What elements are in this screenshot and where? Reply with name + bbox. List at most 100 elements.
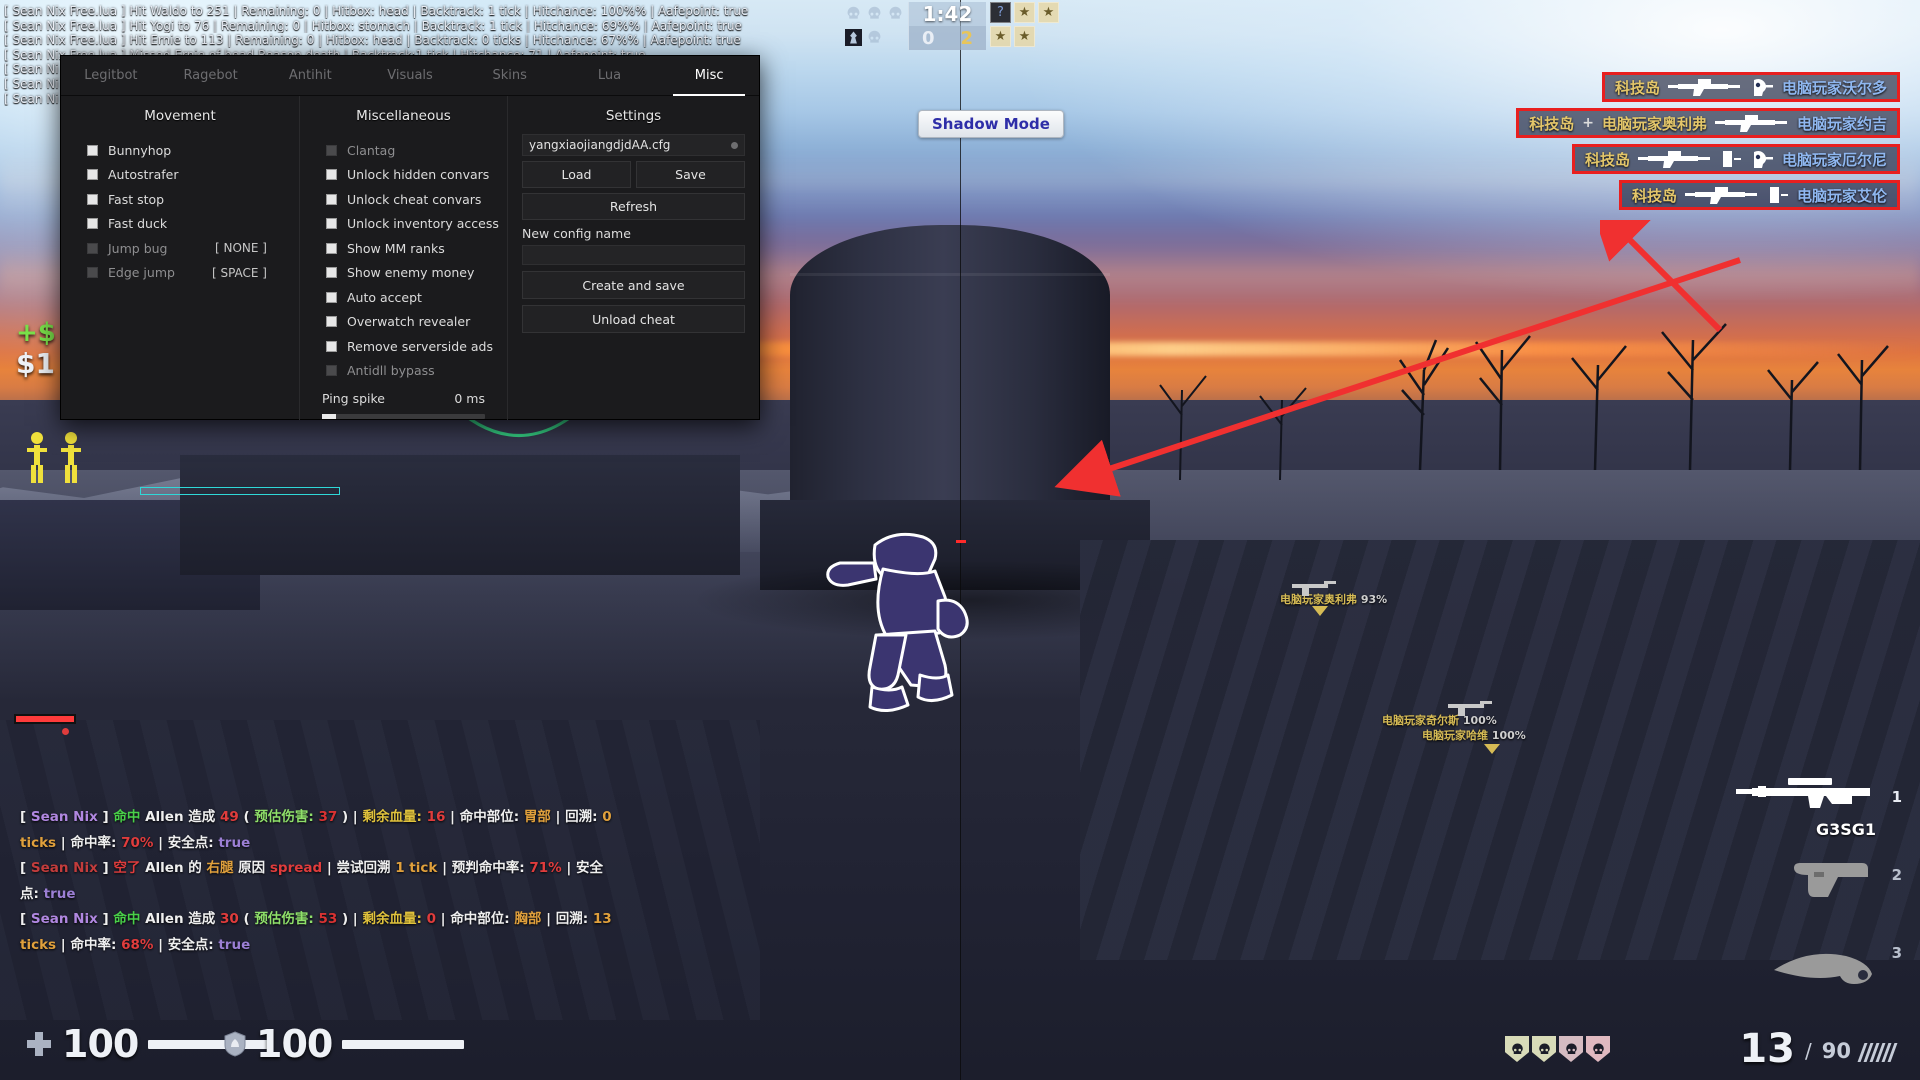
new-config-name-input[interactable] — [522, 245, 745, 265]
checkbox-fast-stop[interactable]: Fast stop — [61, 187, 299, 212]
cheat-menu-tabbar[interactable]: Legitbot Ragebot Antihit Visuals Skins Lua Mis… — [61, 56, 759, 96]
tab-ragebot[interactable]: Ragebot — [161, 56, 261, 95]
hit-log-segment: | — [56, 834, 71, 851]
checkbox-antidll-bypass[interactable]: Antidll bypass — [300, 359, 507, 384]
hit-log-segment: 安全点: — [167, 834, 219, 851]
ping-spike-slider-wrap[interactable]: Ping spike 0 ms — [300, 383, 507, 419]
hit-log-segment: 命中 — [113, 809, 141, 825]
load-config-button[interactable]: Load — [522, 161, 631, 188]
killfeed-weapon-icon — [1667, 79, 1740, 96]
checkbox-fast-duck[interactable]: Fast duck — [61, 212, 299, 237]
checkbox-unlock-hidden-convars[interactable]: Unlock hidden convars — [300, 163, 507, 188]
checkbox-show-mm-ranks[interactable]: Show MM ranks — [300, 236, 507, 261]
kill-badge — [1505, 1036, 1529, 1062]
wallbang-icon — [1767, 185, 1789, 205]
checkbox-icon[interactable] — [326, 316, 337, 328]
checkbox-unlock-inventory-access[interactable]: Unlock inventory access — [300, 212, 507, 237]
hit-log-segment: | — [322, 860, 337, 876]
checkbox-icon[interactable] — [326, 291, 337, 303]
esp-dot — [62, 728, 69, 735]
weapon-slot[interactable]: 3 — [1666, 926, 1906, 1004]
refresh-configs-button[interactable]: Refresh — [522, 193, 745, 220]
keybind-label[interactable]: [ SPACE ] — [212, 266, 299, 280]
save-config-button[interactable]: Save — [636, 161, 745, 188]
kill-badges-group — [1505, 1036, 1610, 1062]
checkbox-auto-accept[interactable]: Auto accept — [300, 285, 507, 310]
hit-log-segment: 68% — [121, 936, 154, 953]
checkbox-unlock-cheat-convars[interactable]: Unlock cheat convars — [300, 187, 507, 212]
config-select-dropdown[interactable]: yangxiaojiangdjdAA.cfg — [522, 134, 745, 156]
hit-log-segment: | — [437, 860, 452, 876]
checkbox-icon[interactable] — [326, 218, 337, 230]
ping-spike-value: 0 ms — [454, 391, 485, 406]
checkbox-icon[interactable] — [87, 169, 98, 181]
hit-log-segment: Sean Nix — [30, 911, 98, 927]
checkbox-icon[interactable] — [326, 144, 337, 156]
checkbox-icon[interactable] — [87, 144, 98, 156]
checkbox-icon[interactable] — [326, 340, 337, 352]
settings-inner: yangxiaojiangdjdAA.cfg Load Save Refresh… — [508, 134, 759, 333]
ct-score: 0 — [921, 27, 935, 49]
killfeed-assister: 电脑玩家奥利弗 — [1601, 114, 1707, 133]
money-total: $1 — [16, 347, 55, 380]
tab-misc[interactable]: Misc — [659, 56, 759, 96]
checkbox-autostrafer[interactable]: Autostrafer — [61, 163, 299, 188]
ping-spike-slider-handle[interactable] — [322, 414, 336, 419]
tab-legitbot[interactable]: Legitbot — [61, 56, 161, 95]
hit-log-segment: 命中部位: — [459, 809, 524, 825]
hit-log-segment: 预判命中率: — [451, 860, 530, 876]
chevron-down-icon[interactable] — [731, 141, 738, 149]
hit-log-segment: Allen — [140, 911, 189, 927]
checkbox-label: Clantag — [347, 142, 396, 158]
create-and-save-button[interactable]: Create and save — [522, 271, 745, 299]
hit-log-segment: 尝试回溯 — [336, 860, 396, 876]
hit-log-segment: 预估伤害: — [254, 911, 314, 927]
ct-round-history: ? ★ ★ — [990, 2, 1059, 24]
movement-column: Movement Bunnyhop Autostrafer Fast stop Fas… — [61, 96, 299, 420]
hit-log-segment: | — [153, 936, 168, 953]
cheat-menu-window[interactable]: Legitbot Ragebot Antihit Visuals Skins Lua Mis… — [60, 55, 760, 420]
killfeed-assist-plus: + — [1582, 115, 1594, 131]
killfeed-weapon — [1684, 185, 1759, 205]
checkbox-remove-serverside-ads[interactable]: Remove serverside ads — [300, 334, 507, 359]
checkbox-icon[interactable] — [326, 193, 337, 205]
checkbox-icon[interactable] — [326, 169, 337, 181]
weapon-slot-number: 1 — [1891, 788, 1902, 806]
checkbox-edge-jump[interactable]: Edge jump [ SPACE ] — [61, 261, 299, 286]
checkbox-icon[interactable] — [326, 365, 337, 377]
money-hud: +$ $1 — [16, 318, 56, 380]
tab-visuals[interactable]: Visuals — [360, 56, 460, 95]
checkbox-icon[interactable] — [326, 267, 337, 279]
tab-lua[interactable]: Lua — [560, 56, 660, 95]
console-log-line: [ Sean Nix Free.lua ] Hit Ernie to 113 |… — [4, 33, 741, 48]
hit-log-segment: 1 tick — [395, 860, 438, 876]
ping-spike-slider-track[interactable] — [322, 414, 485, 419]
hit-log-line: [ Sean Nix ] 命中 Allen 造成 30 ( 预估伤害: 53 )… — [20, 907, 620, 958]
hit-log-segment: 胃部 — [523, 809, 551, 825]
hit-log-segment: Allen — [140, 809, 189, 825]
alive-players-indicator — [845, 2, 908, 50]
checkbox-bunnyhop[interactable]: Bunnyhop — [61, 138, 299, 163]
checkbox-overwatch-revealer[interactable]: Overwatch revealer — [300, 310, 507, 335]
checkbox-clantag[interactable]: Clantag — [300, 138, 507, 163]
shadow-mode-button[interactable]: Shadow Mode — [918, 110, 1064, 138]
tab-antihit[interactable]: Antihit — [260, 56, 360, 95]
weapon-slot[interactable]: 2 — [1666, 848, 1906, 926]
checkbox-label: Autostrafer — [108, 167, 179, 183]
checkbox-icon[interactable] — [87, 242, 98, 254]
hit-log-segment: 的 — [188, 860, 207, 876]
checkbox-show-enemy-money[interactable]: Show enemy money — [300, 261, 507, 286]
skull-icon — [847, 6, 860, 19]
t-score: 2 — [960, 27, 974, 49]
checkbox-icon[interactable] — [326, 242, 337, 254]
tab-skins[interactable]: Skins — [460, 56, 560, 95]
hit-log-segment: 命中率: — [70, 936, 122, 953]
weapon-slot[interactable]: 1 G3SG1 — [1666, 770, 1906, 848]
checkbox-icon[interactable] — [87, 218, 98, 230]
checkbox-icon[interactable] — [87, 267, 98, 279]
unload-cheat-button[interactable]: Unload cheat — [522, 305, 745, 333]
keybind-label[interactable]: [ NONE ] — [215, 241, 299, 255]
hit-log-segment: | — [541, 911, 556, 927]
checkbox-icon[interactable] — [87, 193, 98, 205]
checkbox-jump-bug[interactable]: Jump bug [ NONE ] — [61, 236, 299, 261]
